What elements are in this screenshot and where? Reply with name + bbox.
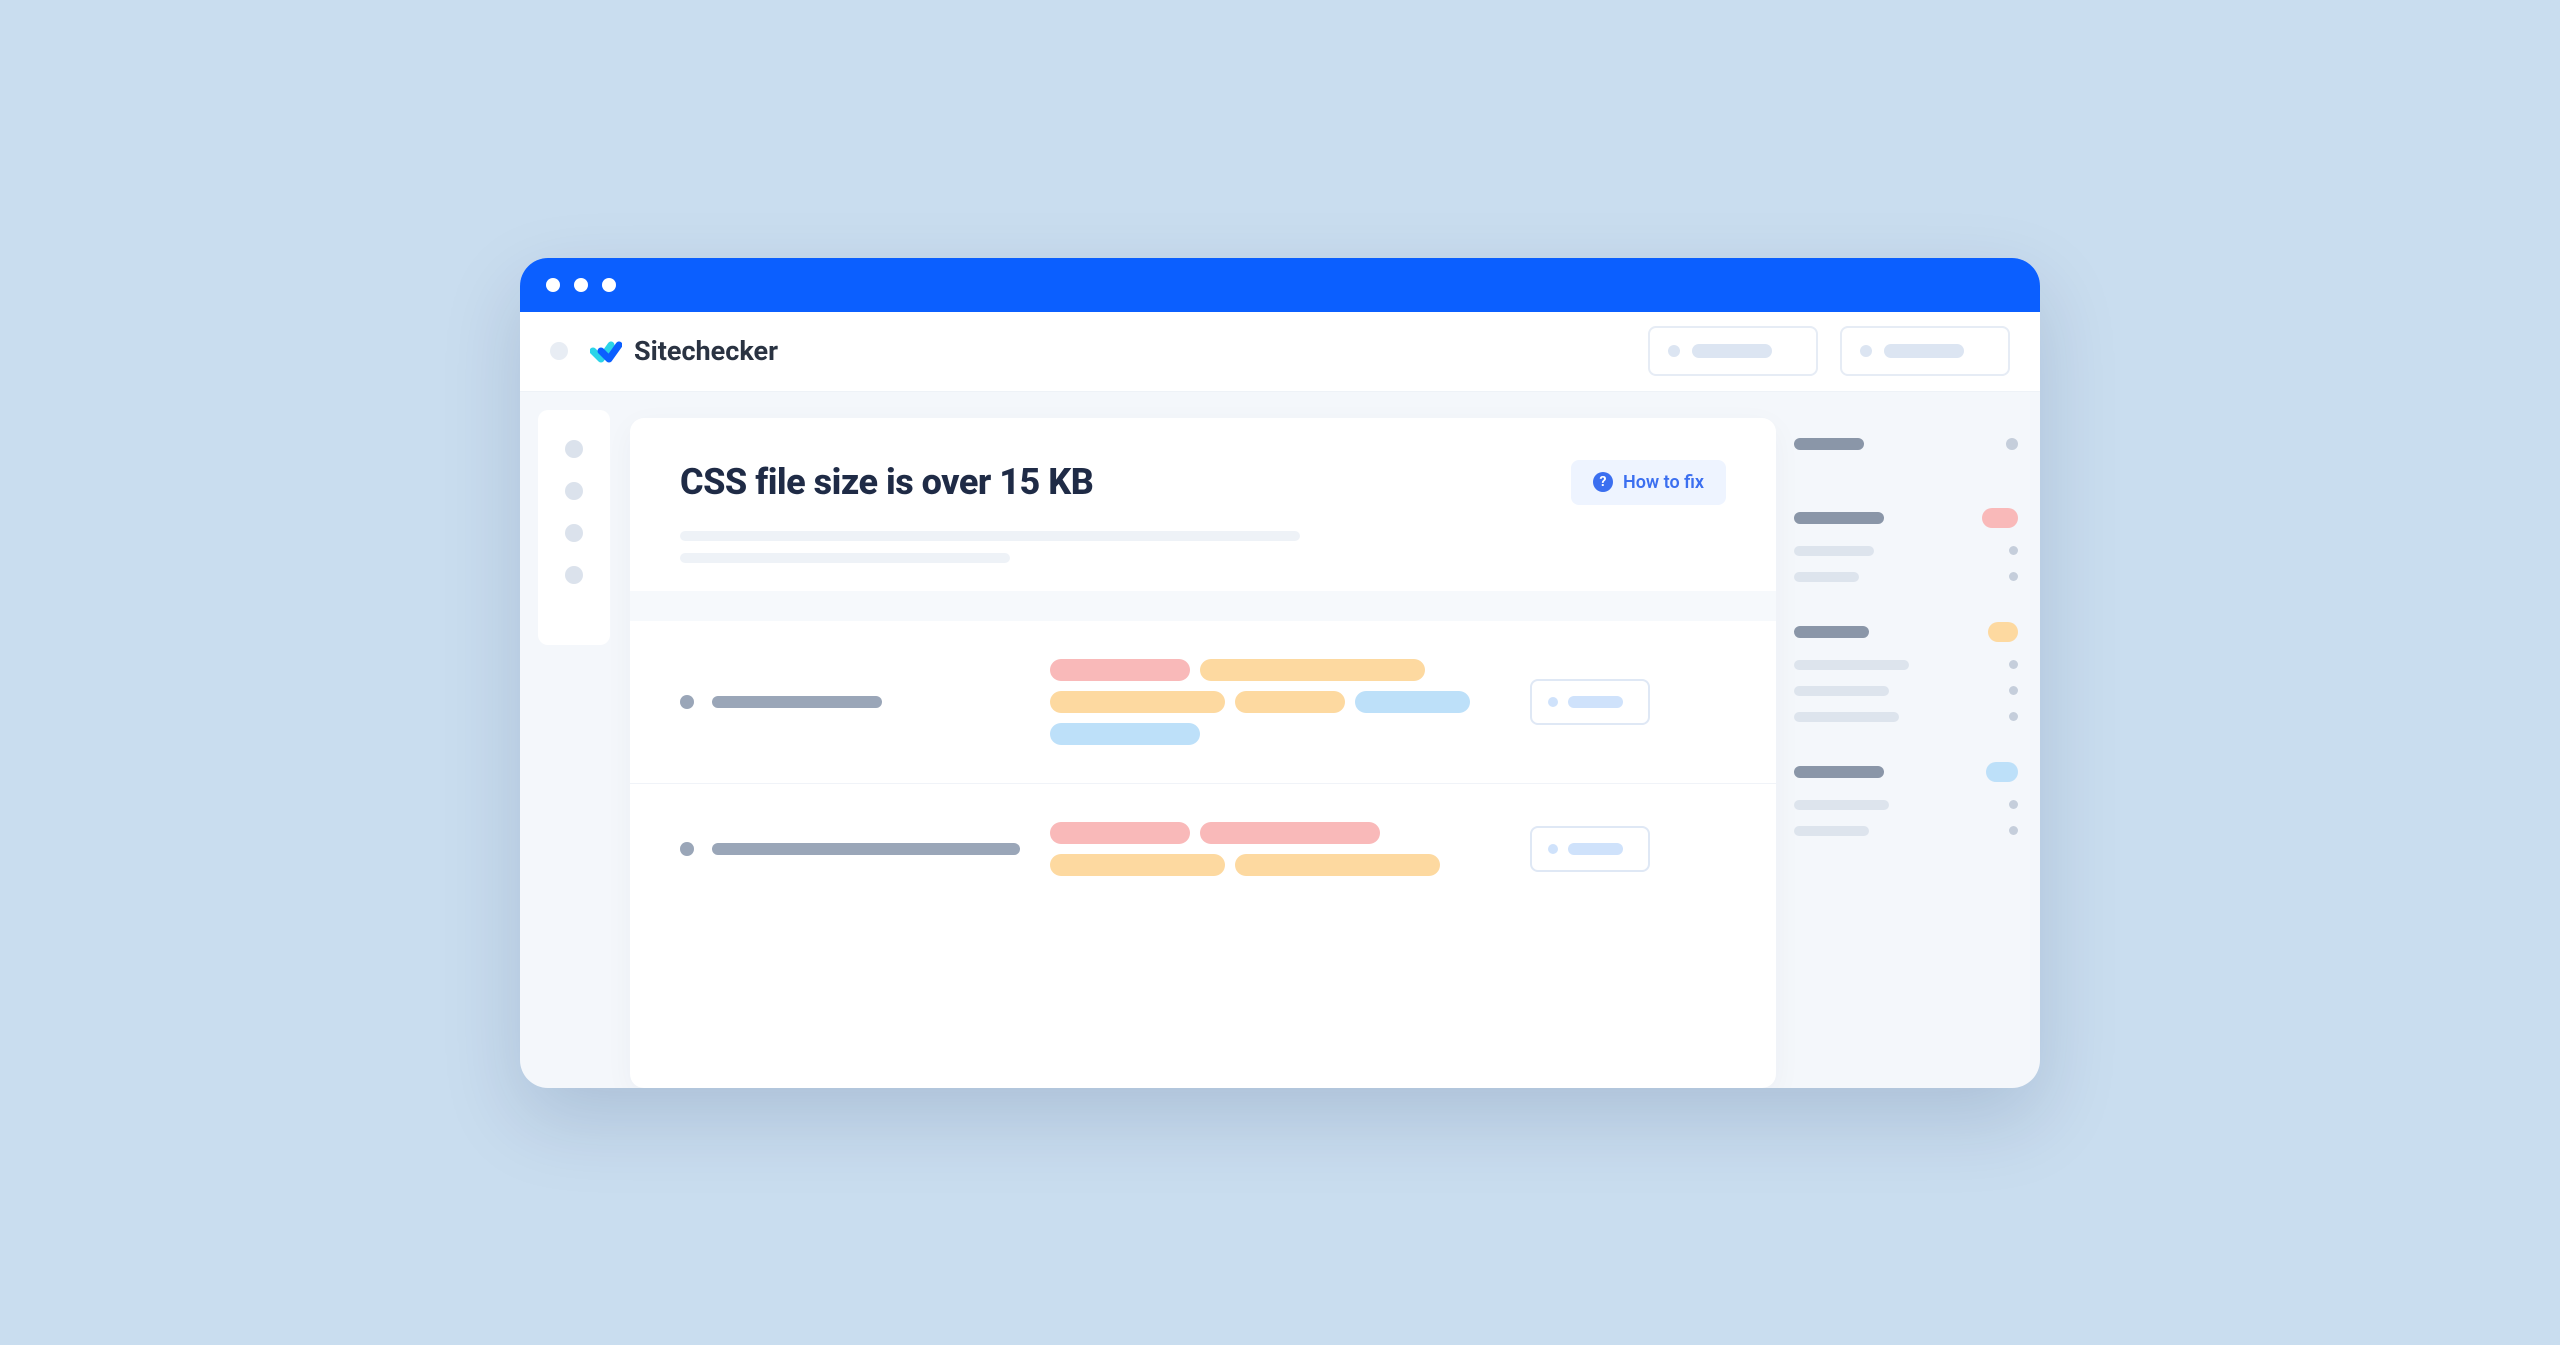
window-control-dot[interactable] — [602, 278, 616, 292]
sidebar-item[interactable] — [565, 524, 583, 542]
row-tags — [1050, 822, 1500, 876]
summary-section — [1794, 622, 2018, 722]
issue-description-placeholder — [680, 531, 1726, 563]
brand-name: Sitechecker — [634, 335, 778, 367]
tag-pill — [1235, 854, 1440, 876]
tag-pill — [1050, 822, 1190, 844]
header-action-button[interactable] — [1648, 326, 1818, 376]
row-url-placeholder — [712, 843, 1020, 855]
sidebar-item[interactable] — [565, 482, 583, 500]
checkmark-icon — [590, 335, 622, 367]
row-indicator-dot — [680, 695, 694, 709]
right-sidebar — [1794, 418, 2028, 1088]
summary-section — [1794, 762, 2018, 836]
issue-card: CSS file size is over 15 KB ? How to fix — [630, 418, 1776, 1088]
summary-item[interactable] — [1794, 826, 2018, 836]
summary-item[interactable] — [1794, 712, 2018, 722]
app-body: CSS file size is over 15 KB ? How to fix — [520, 392, 2040, 1088]
how-to-fix-label: How to fix — [1623, 472, 1704, 493]
section-badge — [1986, 762, 2018, 782]
sidebar-nav — [538, 410, 610, 645]
placeholder-dot — [1860, 345, 1872, 357]
row-url-placeholder — [712, 696, 882, 708]
summary-item[interactable] — [1794, 800, 2018, 810]
table-header-strip — [630, 591, 1776, 621]
row-indicator-dot — [680, 842, 694, 856]
summary-section — [1794, 438, 2018, 468]
tag-pill — [1050, 691, 1225, 713]
placeholder-dot — [1548, 844, 1558, 854]
window-control-dot[interactable] — [574, 278, 588, 292]
section-title-placeholder — [1794, 438, 1864, 450]
sidebar-item[interactable] — [565, 566, 583, 584]
summary-item[interactable] — [1794, 572, 2018, 582]
header-menu-dot[interactable] — [550, 342, 568, 360]
row-tags — [1050, 659, 1500, 745]
tag-pill — [1050, 723, 1200, 745]
section-badge — [1988, 622, 2018, 642]
section-title-placeholder — [1794, 766, 1884, 778]
question-icon: ? — [1593, 472, 1613, 492]
tag-pill — [1200, 822, 1380, 844]
card-header: CSS file size is over 15 KB ? How to fix — [630, 418, 1776, 591]
header-action-button[interactable] — [1840, 326, 2010, 376]
tag-pill — [1235, 691, 1345, 713]
placeholder-bar — [1568, 696, 1623, 708]
issue-title: CSS file size is over 15 KB — [680, 461, 1093, 503]
section-count-dot — [2006, 438, 2018, 450]
sidebar-item[interactable] — [565, 440, 583, 458]
row-action-button[interactable] — [1530, 679, 1650, 725]
window-control-dot[interactable] — [546, 278, 560, 292]
section-title-placeholder — [1794, 512, 1884, 524]
tag-pill — [1050, 854, 1225, 876]
brand-logo[interactable]: Sitechecker — [590, 335, 778, 367]
main-area: CSS file size is over 15 KB ? How to fix — [610, 392, 2040, 1088]
placeholder-bar — [1568, 843, 1623, 855]
tag-pill — [1355, 691, 1470, 713]
summary-section — [1794, 508, 2018, 582]
placeholder-bar — [1692, 344, 1772, 358]
row-action-button[interactable] — [1530, 826, 1650, 872]
issue-row[interactable] — [630, 784, 1776, 914]
placeholder-dot — [1548, 697, 1558, 707]
summary-item[interactable] — [1794, 686, 2018, 696]
placeholder-bar — [1884, 344, 1964, 358]
tag-pill — [1200, 659, 1425, 681]
how-to-fix-button[interactable]: ? How to fix — [1571, 460, 1726, 505]
summary-item[interactable] — [1794, 660, 2018, 670]
placeholder-dot — [1668, 345, 1680, 357]
window-titlebar — [520, 258, 2040, 312]
issue-row[interactable] — [630, 621, 1776, 784]
browser-window: Sitechecker CSS file size is ov — [520, 258, 2040, 1088]
section-badge — [1982, 508, 2018, 528]
section-title-placeholder — [1794, 626, 1869, 638]
app-header: Sitechecker — [520, 312, 2040, 392]
tag-pill — [1050, 659, 1190, 681]
summary-item[interactable] — [1794, 546, 2018, 556]
